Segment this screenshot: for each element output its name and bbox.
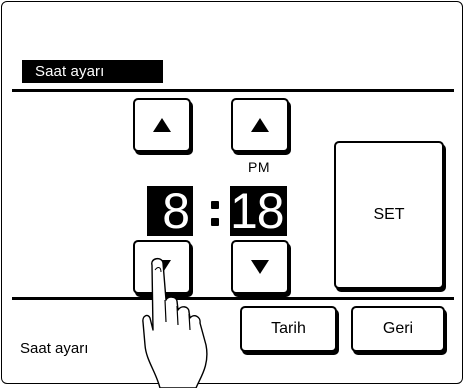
pointing-hand-icon (142, 258, 208, 388)
